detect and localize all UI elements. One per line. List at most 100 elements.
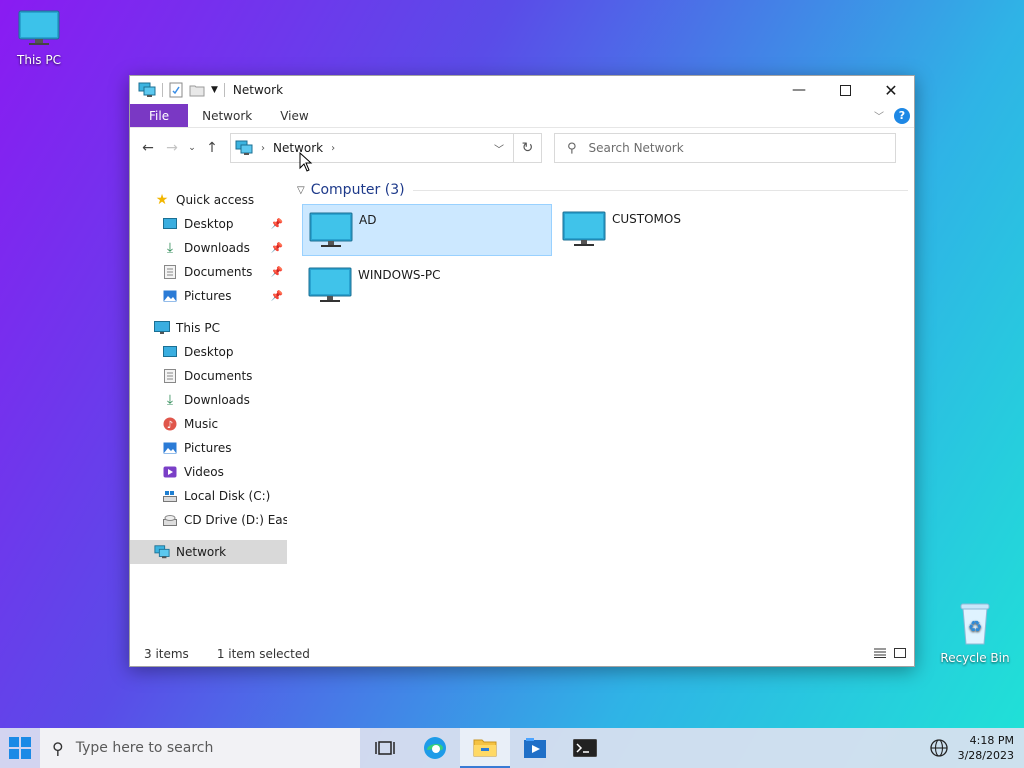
nav-pc-videos[interactable]: Videos — [130, 460, 287, 484]
documents-icon — [162, 264, 178, 280]
nav-item-label: Documents — [184, 265, 253, 279]
search-box[interactable]: ⚲ — [554, 133, 896, 163]
title-bar: ▼ Network — ✕ — [130, 76, 914, 104]
monitor-icon — [308, 267, 352, 302]
group-label: Computer (3) — [310, 182, 405, 198]
back-button[interactable]: ← — [136, 140, 160, 156]
edge-button[interactable] — [410, 728, 460, 768]
quick-access-toolbar: ▼ — [138, 82, 225, 98]
expand-ribbon-icon[interactable]: ﹀ — [874, 108, 884, 123]
new-folder-icon[interactable] — [189, 83, 205, 97]
task-view-icon — [375, 741, 395, 755]
forward-button[interactable]: → — [160, 140, 184, 156]
terminal-button[interactable] — [560, 728, 610, 768]
tab-view[interactable]: View — [266, 104, 322, 127]
folder-icon — [473, 739, 497, 757]
address-bar[interactable]: › Network › ﹀ ↻ — [230, 133, 542, 163]
taskbar-search[interactable]: ⚲ Type here to search — [40, 728, 360, 768]
videos-icon — [162, 464, 178, 480]
nav-item-label: Downloads — [184, 241, 250, 255]
monitor-icon — [154, 320, 170, 336]
recent-locations-button[interactable]: ⌄ — [184, 143, 200, 153]
tab-network[interactable]: Network — [188, 104, 266, 127]
nav-this-pc[interactable]: This PC — [130, 316, 287, 340]
chevron-down-icon: ﹀ — [494, 144, 504, 156]
globe-icon[interactable] — [929, 739, 948, 757]
documents-icon — [162, 368, 178, 384]
media-app-button[interactable] — [510, 728, 560, 768]
pin-icon: 📌 — [270, 266, 283, 278]
network-icon — [138, 82, 156, 97]
large-icons-view-icon[interactable] — [894, 647, 906, 661]
nav-qa-downloads[interactable]: ⤓ Downloads 📌 — [130, 236, 287, 260]
chevron-right-icon[interactable]: › — [261, 143, 265, 154]
desktop-icon — [162, 344, 178, 360]
mouse-cursor-icon — [299, 152, 313, 172]
details-view-icon[interactable] — [874, 647, 886, 661]
media-player-icon — [524, 738, 546, 758]
navigation-pane: ★ Quick access Desktop 📌 ⤓ Downloads 📌 D… — [130, 168, 287, 642]
desktop-this-pc-label: This PC — [17, 53, 61, 67]
nav-network-label: Network — [176, 545, 227, 559]
system-tray: 4:18 PM 3/28/2023 — [929, 733, 1024, 763]
downloads-icon: ⤓ — [166, 240, 174, 256]
windows-logo-icon — [9, 737, 31, 759]
star-icon: ★ — [155, 192, 169, 208]
up-button[interactable]: ↑ — [200, 140, 224, 156]
file-explorer-button[interactable] — [460, 728, 510, 768]
task-view-button[interactable] — [360, 728, 410, 768]
nav-this-pc-label: This PC — [176, 321, 220, 335]
properties-icon[interactable] — [169, 82, 183, 98]
group-header-computer[interactable]: ▽ Computer (3) — [295, 180, 914, 200]
nav-qa-desktop[interactable]: Desktop 📌 — [130, 212, 287, 236]
arrow-left-icon: ← — [142, 140, 154, 156]
status-item-count: 3 items — [144, 647, 189, 661]
refresh-button[interactable]: ↻ — [513, 134, 541, 162]
chevron-right-icon[interactable]: › — [331, 143, 335, 154]
arrow-up-icon: ↑ — [206, 140, 218, 156]
nav-qa-pictures[interactable]: Pictures 📌 — [130, 284, 287, 308]
monitor-icon — [309, 212, 353, 247]
nav-pc-music[interactable]: ♪ Music — [130, 412, 287, 436]
address-history-dropdown[interactable]: ﹀ — [485, 141, 513, 156]
minimize-button[interactable]: — — [776, 76, 822, 104]
nav-quick-access[interactable]: ★ Quick access — [130, 188, 287, 212]
start-button[interactable] — [0, 728, 40, 768]
nav-qa-documents[interactable]: Documents 📌 — [130, 260, 287, 284]
nav-pc-local-disk[interactable]: Local Disk (C:) — [130, 484, 287, 508]
window-title: Network — [232, 83, 284, 97]
file-list: ▽ Computer (3) AD CUSTOMOS WINDOWS-PC — [287, 168, 914, 642]
nav-pc-pictures[interactable]: Pictures — [130, 436, 287, 460]
pictures-icon — [162, 288, 178, 304]
desktop-recycle-bin[interactable]: ♻ Recycle Bin — [940, 600, 1010, 665]
drive-icon — [162, 488, 178, 504]
computer-item-ad[interactable]: AD — [302, 204, 552, 256]
nav-item-label: Downloads — [184, 393, 250, 407]
monitor-icon — [18, 10, 60, 45]
clock[interactable]: 4:18 PM 3/28/2023 — [958, 733, 1014, 763]
computer-item-windows-pc[interactable]: WINDOWS-PC — [302, 260, 552, 312]
explorer-window: ▼ Network — ✕ File Network View ﹀ ? ← → … — [129, 75, 915, 667]
navigation-bar: ← → ⌄ ↑ › Network › ﹀ ↻ ⚲ — [130, 128, 914, 168]
desktop-this-pc[interactable]: This PC — [4, 8, 74, 67]
pin-icon: 📌 — [270, 242, 283, 254]
tab-file[interactable]: File — [130, 104, 189, 127]
computer-item-customos[interactable]: CUSTOMOS — [556, 204, 806, 256]
customize-toolbar-icon[interactable]: ▼ — [211, 85, 218, 95]
close-button[interactable]: ✕ — [868, 76, 914, 104]
nav-pc-cd-drive[interactable]: CD Drive (D:) EasyKI — [130, 508, 287, 532]
nav-pc-downloads[interactable]: ⤓ Downloads — [130, 388, 287, 412]
search-input[interactable] — [588, 141, 869, 155]
clock-date: 3/28/2023 — [957, 749, 1014, 762]
nav-pc-desktop[interactable]: Desktop — [130, 340, 287, 364]
maximize-button[interactable] — [822, 76, 868, 104]
refresh-icon: ↻ — [521, 140, 534, 156]
nav-network[interactable]: Network — [130, 540, 287, 564]
arrow-right-icon: → — [166, 140, 178, 156]
chevron-down-icon: ▽ — [297, 184, 305, 196]
nav-pc-documents[interactable]: Documents — [130, 364, 287, 388]
svg-text:♻: ♻ — [968, 617, 982, 636]
chevron-down-icon: ⌄ — [188, 143, 196, 153]
help-button[interactable]: ? — [894, 107, 910, 124]
taskbar-search-placeholder: Type here to search — [75, 740, 214, 756]
